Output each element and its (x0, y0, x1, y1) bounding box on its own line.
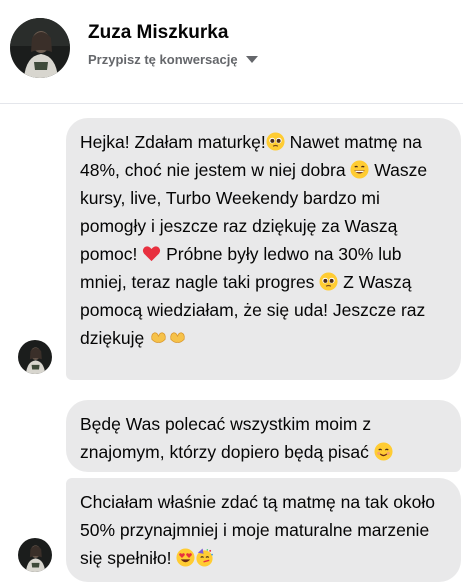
message-text: Chciałam właśnie zdać tą matmę na tak ok… (80, 492, 436, 568)
red-heart-emoji (142, 244, 161, 263)
pleading-face-emoji (266, 132, 285, 151)
message-bubble[interactable]: Będę Was polecać wszystkim moim z znajom… (66, 400, 461, 472)
partying-face-emoji (195, 548, 214, 567)
assign-conversation-dropdown[interactable]: Przypisz tę konwersację (88, 52, 258, 67)
heart-hands-emoji (149, 327, 189, 346)
message-bubble[interactable]: Hejka! Zdałam maturkę! Nawet matmę na 48… (66, 118, 461, 380)
pleading-face-emoji (319, 272, 338, 291)
caret-down-icon (245, 56, 258, 63)
conversation-view: Zuza Miszkurka Przypisz tę konwersację H… (0, 0, 463, 587)
avatar[interactable] (18, 340, 52, 374)
contact-name: Zuza Miszkurka (88, 22, 229, 43)
message-text: Będę Was polecać wszystkim moim z znajom… (80, 414, 374, 462)
assign-conversation-label: Przypisz tę konwersację (88, 52, 238, 67)
message-bubble[interactable]: Chciałam właśnie zdać tą matmę na tak ok… (66, 478, 461, 582)
heart-eyes-emoji (176, 548, 195, 567)
message-text: Hejka! Zdałam maturkę! (80, 132, 266, 152)
avatar[interactable] (10, 18, 70, 78)
avatar[interactable] (18, 538, 52, 572)
grinning-face-emoji (350, 160, 369, 179)
smiling-face-emoji (374, 442, 393, 461)
conversation-header: Zuza Miszkurka Przypisz tę konwersację (0, 0, 463, 104)
